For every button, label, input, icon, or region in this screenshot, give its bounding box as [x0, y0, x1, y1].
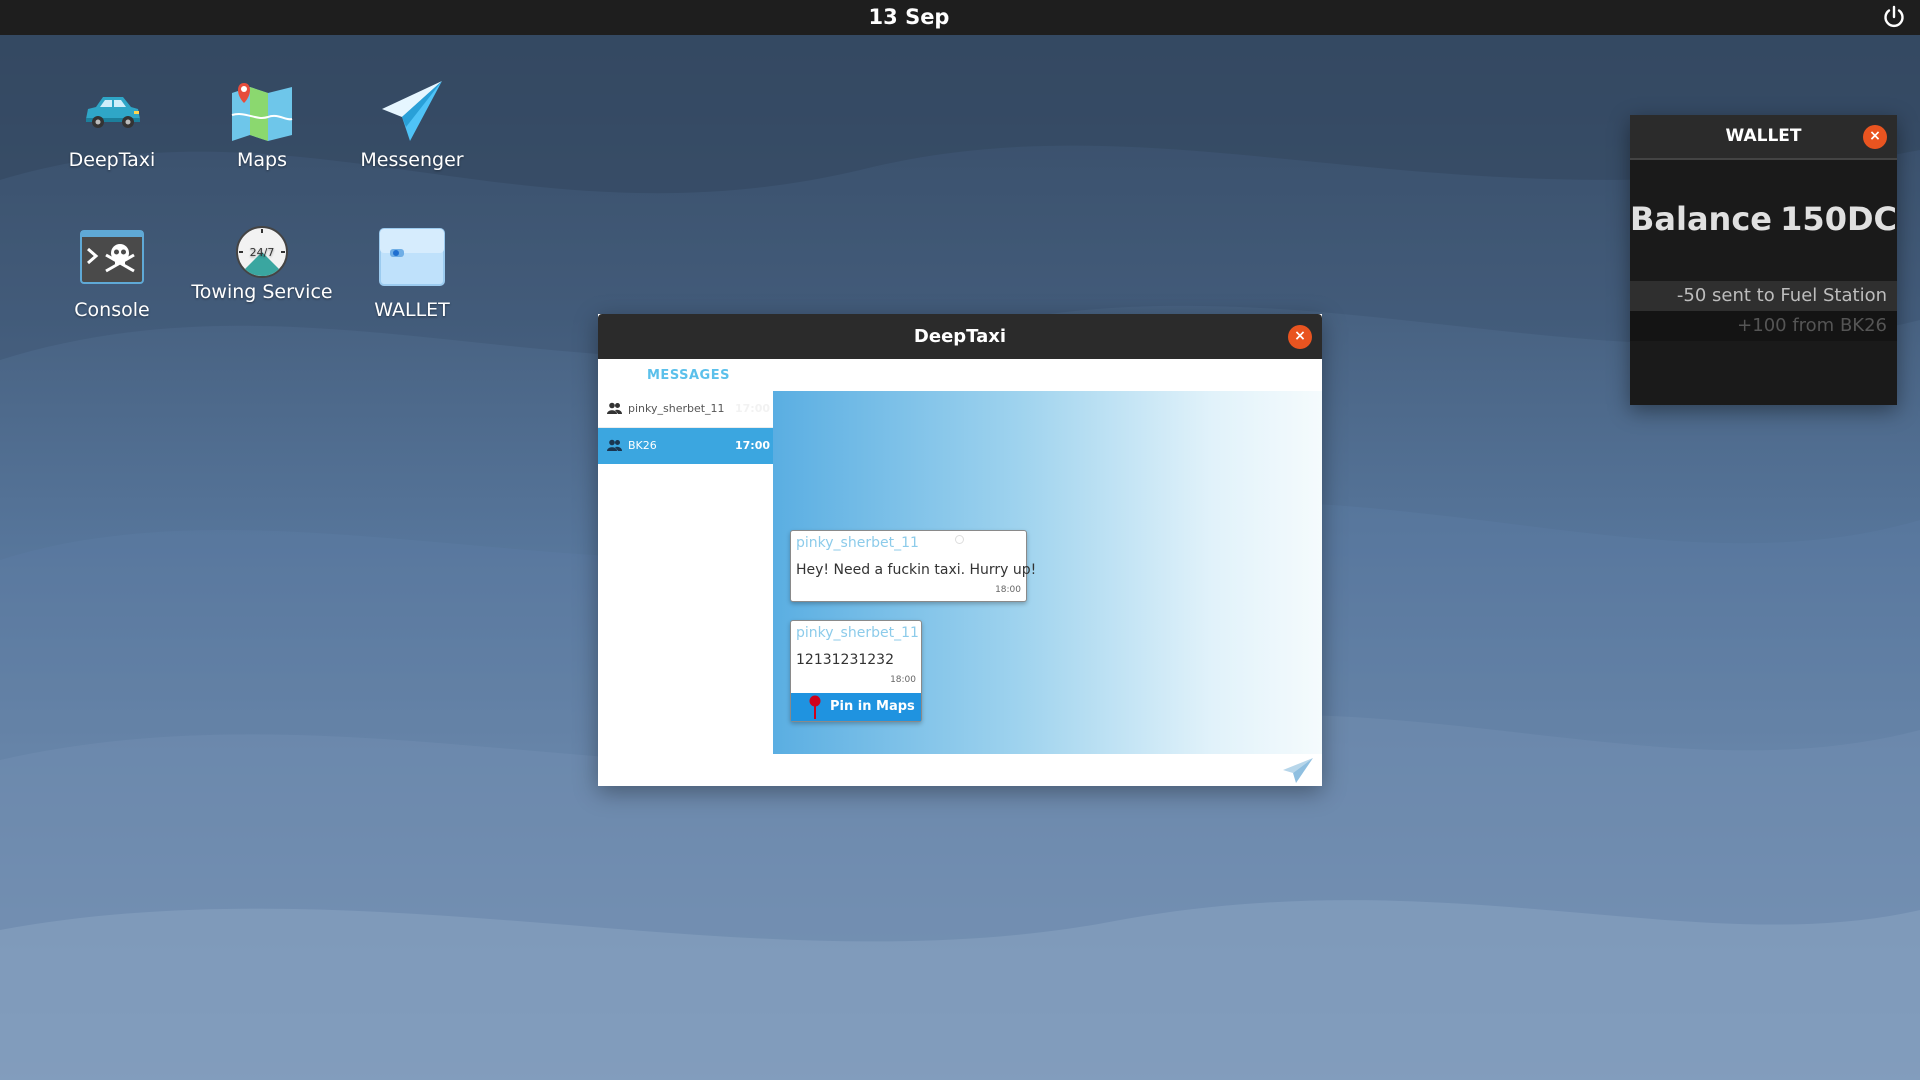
close-button[interactable]: × — [1288, 325, 1312, 349]
message-sender: pinky_sherbet_11 — [796, 625, 919, 641]
desktop-icon-label: Towing Service — [191, 281, 333, 303]
power-icon[interactable] — [1882, 5, 1906, 29]
message-text: 12131231232 — [796, 652, 894, 668]
svg-text:24/7: 24/7 — [250, 246, 275, 259]
date-label: 13 Sep — [868, 5, 950, 29]
balance-label: Balance — [1630, 200, 1772, 238]
chat-area: pinky_sherbet_11 Hey! Need a fuckin taxi… — [773, 391, 1322, 754]
deeptaxi-window: DeepTaxi × MESSAGES pinky_sherbet_11 17:… — [598, 314, 1322, 786]
conversation-name: pinky_sherbet_11 — [628, 402, 725, 415]
conversation-time: 17:00 — [734, 402, 770, 415]
desktop-icon-label: Maps — [237, 149, 287, 171]
wallet-icon — [379, 228, 445, 286]
message-input-area[interactable] — [773, 754, 1322, 786]
tab-messages[interactable]: MESSAGES — [647, 368, 730, 383]
wallet-widget: WALLET × Balance 150DC -50 sent to Fuel … — [1630, 115, 1897, 405]
conversation-item-bk26[interactable]: BK26 17:00 — [598, 428, 773, 464]
desktop-icon-label: Console — [74, 299, 150, 321]
top-bar: 13 Sep — [0, 0, 1920, 35]
window-titlebar[interactable]: DeepTaxi × — [598, 314, 1322, 359]
message-time: 18:00 — [995, 585, 1021, 595]
conversation-list: pinky_sherbet_11 17:00 BK26 17:00 — [598, 391, 773, 786]
transaction-item: +100 from BK26 — [1630, 311, 1897, 341]
conversation-item-pinky-sherbet-11[interactable]: pinky_sherbet_11 17:00 — [598, 391, 773, 428]
paper-plane-icon — [382, 81, 442, 141]
wallet-title: WALLET — [1725, 126, 1802, 146]
desktop-icon-label: DeepTaxi — [68, 149, 156, 171]
message-bubble: pinky_sherbet_11 Hey! Need a fuckin taxi… — [790, 530, 1036, 602]
desktop-icon-towing-service[interactable]: 24/7 Towing Service — [187, 225, 337, 303]
balance-value: 150DC — [1780, 200, 1897, 238]
transaction-item: -50 sent to Fuel Station — [1630, 281, 1897, 311]
clock-24-7-icon: 24/7 — [236, 226, 288, 278]
wallet-titlebar[interactable]: WALLET × — [1630, 115, 1897, 160]
message-time: 18:00 — [890, 675, 916, 685]
car-icon — [86, 97, 140, 128]
map-icon — [231, 83, 293, 141]
group-icon — [607, 402, 622, 414]
pin-in-maps-button[interactable]: Pin in Maps — [791, 693, 921, 721]
message-bubble: pinky_sherbet_11 12131231232 18:00 Pin i… — [790, 620, 922, 722]
desktop-icon-console[interactable]: Console — [37, 225, 187, 321]
desktop-icon-label: WALLET — [374, 299, 450, 321]
close-button[interactable]: × — [1863, 125, 1887, 149]
pin-in-maps-label: Pin in Maps — [830, 699, 915, 714]
window-tabs: MESSAGES — [598, 359, 1322, 391]
group-icon — [607, 439, 622, 451]
read-indicator — [955, 535, 964, 544]
desktop-icon-messenger[interactable]: Messenger — [337, 75, 487, 171]
conversation-time: 17:00 — [734, 439, 770, 452]
message-text: Hey! Need a fuckin taxi. Hurry up! — [796, 562, 1037, 578]
desktop-icon-wallet[interactable]: WALLET — [337, 225, 487, 321]
window-title: DeepTaxi — [913, 326, 1007, 347]
skull-terminal-icon — [80, 230, 144, 284]
map-pin-icon — [809, 695, 821, 719]
send-icon[interactable] — [1282, 757, 1314, 784]
desktop-icon-label: Messenger — [360, 149, 464, 171]
message-sender: pinky_sherbet_11 — [796, 535, 919, 551]
desktop-icon-maps[interactable]: Maps — [187, 75, 337, 171]
conversation-name: BK26 — [628, 439, 657, 452]
desktop-icon-deeptaxi[interactable]: DeepTaxi — [37, 75, 187, 171]
wallet-balance: Balance 150DC — [1630, 200, 1897, 250]
